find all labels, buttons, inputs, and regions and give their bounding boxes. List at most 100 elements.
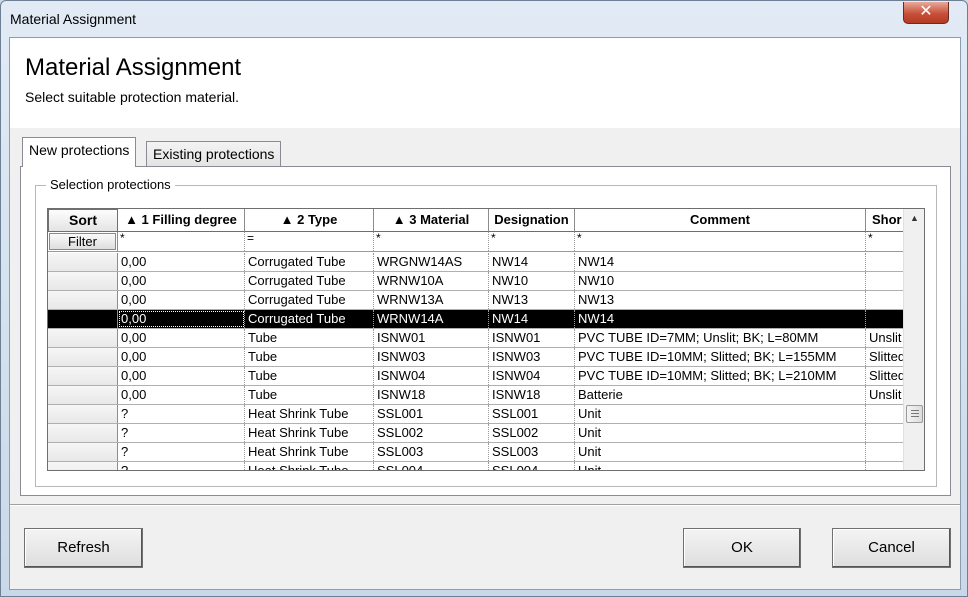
cell-comment[interactable]: NW13 — [575, 291, 866, 309]
cell-material[interactable]: WRNW10A — [374, 272, 489, 290]
row-header[interactable] — [48, 253, 118, 271]
cell-comment[interactable]: PVC TUBE ID=10MM; Slitted; BK; L=155MM — [575, 348, 866, 366]
table-row[interactable]: 0,00 Corrugated Tube WRNW14A NW14 NW14 — [48, 310, 903, 329]
cell-designation[interactable]: NW14 — [489, 253, 575, 271]
row-header[interactable] — [48, 348, 118, 366]
cell-short[interactable] — [866, 424, 903, 442]
row-header[interactable] — [48, 462, 118, 470]
cell-short[interactable]: Slitted — [866, 367, 903, 385]
cell-material[interactable]: SSL002 — [374, 424, 489, 442]
cell-comment[interactable]: NW14 — [575, 253, 866, 271]
refresh-button[interactable]: Refresh — [24, 528, 143, 568]
scrollbar-thumb[interactable] — [906, 405, 923, 423]
cell-filling-degree[interactable]: ? — [118, 405, 245, 423]
cell-short[interactable] — [866, 291, 903, 309]
cell-designation[interactable]: SSL004 — [489, 462, 575, 470]
cell-designation[interactable]: ISNW03 — [489, 348, 575, 366]
cell-designation[interactable]: ISNW01 — [489, 329, 575, 347]
cell-material[interactable]: WRNW13A — [374, 291, 489, 309]
row-header[interactable] — [48, 310, 118, 328]
cell-type[interactable]: Heat Shrink Tube — [245, 424, 374, 442]
cell-material[interactable]: WRNW14A — [374, 310, 489, 328]
cell-material[interactable]: ISNW04 — [374, 367, 489, 385]
cell-material[interactable]: SSL003 — [374, 443, 489, 461]
cell-comment[interactable]: NW14 — [575, 310, 866, 328]
row-header[interactable] — [48, 443, 118, 461]
cell-type[interactable]: Corrugated Tube — [245, 310, 374, 328]
ok-button[interactable]: OK — [683, 528, 801, 568]
cell-filling-degree[interactable]: ? — [118, 424, 245, 442]
cell-filling-degree[interactable]: 0,00 — [118, 348, 245, 366]
cell-designation[interactable]: NW13 — [489, 291, 575, 309]
row-header[interactable] — [48, 272, 118, 290]
filter-input-material[interactable]: * — [374, 232, 489, 251]
cell-type[interactable]: Heat Shrink Tube — [245, 462, 374, 470]
cell-type[interactable]: Corrugated Tube — [245, 272, 374, 290]
row-header[interactable] — [48, 386, 118, 404]
filter-input-type[interactable]: = — [245, 232, 374, 251]
table-row[interactable]: 0,00 Tube ISNW18 ISNW18 Batterie Unslit — [48, 386, 903, 405]
tab-new-protections[interactable]: New protections — [22, 137, 137, 167]
cancel-button[interactable]: Cancel — [832, 528, 951, 568]
cell-material[interactable]: ISNW18 — [374, 386, 489, 404]
cell-short[interactable] — [866, 443, 903, 461]
cell-short[interactable] — [866, 272, 903, 290]
cell-designation[interactable]: SSL003 — [489, 443, 575, 461]
cell-filling-degree[interactable]: 0,00 — [118, 253, 245, 271]
column-header-short[interactable]: Shor — [866, 209, 903, 232]
table-row[interactable]: ? Heat Shrink Tube SSL003 SSL003 Unit — [48, 443, 903, 462]
filter-button[interactable]: Filter — [49, 233, 116, 250]
cell-type[interactable]: Corrugated Tube — [245, 253, 374, 271]
tab-existing-protections[interactable]: Existing protections — [146, 141, 282, 167]
protection-grid[interactable]: Sort ▲ 1 Filling degree ▲ 2 Type ▲ 3 Mat… — [47, 208, 925, 471]
cell-designation[interactable]: ISNW04 — [489, 367, 575, 385]
cell-comment[interactable]: NW10 — [575, 272, 866, 290]
filter-input-short[interactable]: * — [866, 232, 903, 251]
cell-material[interactable]: WRGNW14AS — [374, 253, 489, 271]
table-row[interactable]: 0,00 Tube ISNW01 ISNW01 PVC TUBE ID=7MM; Uns… — [48, 329, 903, 348]
cell-short[interactable] — [866, 310, 903, 328]
cell-material[interactable]: SSL004 — [374, 462, 489, 470]
row-header[interactable] — [48, 424, 118, 442]
cell-designation[interactable]: ISNW18 — [489, 386, 575, 404]
cell-type[interactable]: Tube — [245, 386, 374, 404]
table-row[interactable]: ? Heat Shrink Tube SSL001 SSL001 Unit — [48, 405, 903, 424]
title-bar[interactable]: Material Assignment ✕ — [1, 1, 967, 37]
cell-comment[interactable]: PVC TUBE ID=10MM; Slitted; BK; L=210MM — [575, 367, 866, 385]
cell-comment[interactable]: Batterie — [575, 386, 866, 404]
cell-type[interactable]: Tube — [245, 367, 374, 385]
cell-comment[interactable]: PVC TUBE ID=7MM; Unslit; BK; L=80MM — [575, 329, 866, 347]
vertical-scrollbar[interactable]: ▲ — [903, 209, 924, 470]
cell-comment[interactable]: Unit — [575, 424, 866, 442]
cell-designation[interactable]: NW10 — [489, 272, 575, 290]
filter-input-comment[interactable]: * — [575, 232, 866, 251]
table-row[interactable]: 0,00 Tube ISNW04 ISNW04 PVC TUBE ID=10MM; Sl… — [48, 367, 903, 386]
column-header-filling-degree[interactable]: ▲ 1 Filling degree — [118, 209, 245, 232]
cell-type[interactable]: Heat Shrink Tube — [245, 443, 374, 461]
cell-type[interactable]: Tube — [245, 329, 374, 347]
cell-short[interactable]: Slitted — [866, 348, 903, 366]
column-header-material[interactable]: ▲ 3 Material — [374, 209, 489, 232]
cell-short[interactable] — [866, 462, 903, 470]
column-header-designation[interactable]: Designation — [489, 209, 575, 232]
cell-type[interactable]: Heat Shrink Tube — [245, 405, 374, 423]
table-row[interactable]: ? Heat Shrink Tube SSL002 SSL002 Unit — [48, 424, 903, 443]
cell-comment[interactable]: Unit — [575, 443, 866, 461]
row-header[interactable] — [48, 291, 118, 309]
cell-comment[interactable]: Unit — [575, 462, 866, 470]
filter-input-filling-degree[interactable]: * — [118, 232, 245, 251]
row-header[interactable] — [48, 367, 118, 385]
cell-material[interactable]: ISNW03 — [374, 348, 489, 366]
cell-short[interactable] — [866, 405, 903, 423]
table-row[interactable]: ? Heat Shrink Tube SSL004 SSL004 Unit — [48, 462, 903, 470]
cell-short[interactable] — [866, 253, 903, 271]
row-header[interactable] — [48, 329, 118, 347]
table-row[interactable]: 0,00 Tube ISNW03 ISNW03 PVC TUBE ID=10MM; Sl… — [48, 348, 903, 367]
cell-filling-degree[interactable]: 0,00 — [118, 310, 245, 328]
table-row[interactable]: 0,00 Corrugated Tube WRGNW14AS NW14 NW14 — [48, 253, 903, 272]
cell-material[interactable]: ISNW01 — [374, 329, 489, 347]
cell-designation[interactable]: SSL002 — [489, 424, 575, 442]
cell-filling-degree[interactable]: 0,00 — [118, 367, 245, 385]
table-row[interactable]: 0,00 Corrugated Tube WRNW10A NW10 NW10 — [48, 272, 903, 291]
sort-button[interactable]: Sort — [48, 209, 118, 232]
